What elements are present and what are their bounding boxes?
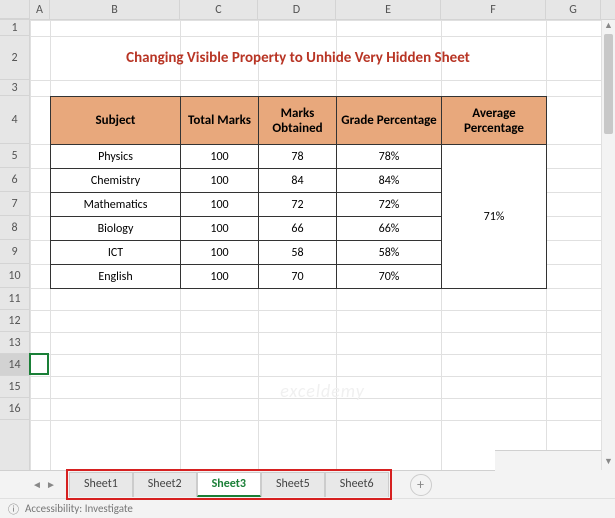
status-bar: ⓘ Accessibility: Investigate xyxy=(0,498,615,518)
tab-scroll-controls[interactable]: ◄ ► xyxy=(30,478,58,491)
status-text: Accessibility: Investigate xyxy=(25,502,133,515)
row-header-7[interactable]: 7 xyxy=(0,192,29,216)
sheet-tab-sheet5[interactable]: Sheet5 xyxy=(261,472,325,497)
horizontal-scrollbar[interactable] xyxy=(495,450,615,478)
cell-subject[interactable]: Mathematics xyxy=(51,193,181,217)
cell-pct[interactable]: 84% xyxy=(337,169,442,193)
column-header-E[interactable]: E xyxy=(336,0,441,19)
header-avg_pct: Average Percentage xyxy=(442,97,547,145)
cell-obtained[interactable]: 72 xyxy=(259,193,337,217)
cell-pct[interactable]: 72% xyxy=(337,193,442,217)
row-header-15[interactable]: 15 xyxy=(0,376,29,398)
select-all-corner[interactable] xyxy=(0,0,30,19)
cell-total[interactable]: 100 xyxy=(181,145,259,169)
row-header-12[interactable]: 12 xyxy=(0,310,29,332)
cell-subject[interactable]: ICT xyxy=(51,241,181,265)
header-subject: Subject xyxy=(51,97,181,145)
cell-total[interactable]: 100 xyxy=(181,193,259,217)
cell-obtained[interactable]: 78 xyxy=(259,145,337,169)
row-header-5[interactable]: 5 xyxy=(0,144,29,168)
cell-total[interactable]: 100 xyxy=(181,265,259,289)
cell-obtained[interactable]: 70 xyxy=(259,265,337,289)
cell-obtained[interactable]: 84 xyxy=(259,169,337,193)
add-sheet-button[interactable]: + xyxy=(410,474,432,496)
title-cell: Changing Visible Property to Unhide Very… xyxy=(50,36,546,80)
cell-subject[interactable]: Physics xyxy=(51,145,181,169)
sheet-tab-sheet6[interactable]: Sheet6 xyxy=(325,472,389,497)
cell-subject[interactable]: Chemistry xyxy=(51,169,181,193)
plus-icon: + xyxy=(417,476,424,493)
row-header-16[interactable]: 16 xyxy=(0,398,29,420)
column-header-A[interactable]: A xyxy=(30,0,50,19)
scroll-down-icon[interactable]: ▼ xyxy=(602,456,615,470)
row-header-14[interactable]: 14 xyxy=(0,354,29,376)
row-header-8[interactable]: 8 xyxy=(0,216,29,240)
table-row: Physics1007878%71% xyxy=(51,145,547,169)
header-grade_pct: Grade Percentage xyxy=(337,97,442,145)
cell-pct[interactable]: 78% xyxy=(337,145,442,169)
sheet-tabs: Sheet1Sheet2Sheet3Sheet5Sheet6 xyxy=(66,469,392,500)
row-header-10[interactable]: 10 xyxy=(0,264,29,288)
column-header-F[interactable]: F xyxy=(441,0,546,19)
sheet-tab-sheet1[interactable]: Sheet1 xyxy=(69,472,133,497)
grid-area: 12345678910111213141516 Changing Visible… xyxy=(0,20,615,470)
cell-total[interactable]: 100 xyxy=(181,217,259,241)
chevron-left-icon[interactable]: ◄ xyxy=(30,478,44,491)
row-headers: 12345678910111213141516 xyxy=(0,20,30,470)
column-headers: ABCDEFG xyxy=(0,0,615,20)
row-header-2[interactable]: 2 xyxy=(0,36,29,80)
row-header-9[interactable]: 9 xyxy=(0,240,29,264)
cell-obtained[interactable]: 66 xyxy=(259,217,337,241)
column-header-C[interactable]: C xyxy=(180,0,258,19)
cell-pct[interactable]: 70% xyxy=(337,265,442,289)
row-header-3[interactable]: 3 xyxy=(0,80,29,96)
accessibility-icon: ⓘ xyxy=(8,501,19,517)
cell-obtained[interactable]: 58 xyxy=(259,241,337,265)
row-header-13[interactable]: 13 xyxy=(0,332,29,354)
cell-grid[interactable]: Changing Visible Property to Unhide Very… xyxy=(30,20,615,470)
row-header-1[interactable]: 1 xyxy=(0,20,29,36)
scroll-thumb[interactable] xyxy=(604,34,613,134)
vertical-scrollbar[interactable]: ▲ ▼ xyxy=(601,20,615,470)
header-marks_obtained: Marks Obtained xyxy=(259,97,337,145)
sheet-tab-sheet2[interactable]: Sheet2 xyxy=(133,472,197,497)
cell-pct[interactable]: 66% xyxy=(337,217,442,241)
cell-total[interactable]: 100 xyxy=(181,241,259,265)
chevron-right-icon[interactable]: ► xyxy=(44,478,58,491)
cell-pct[interactable]: 58% xyxy=(337,241,442,265)
row-header-6[interactable]: 6 xyxy=(0,168,29,192)
sheet-tab-sheet3[interactable]: Sheet3 xyxy=(197,472,261,497)
cell-total[interactable]: 100 xyxy=(181,169,259,193)
row-header-11[interactable]: 11 xyxy=(0,288,29,310)
cell-average[interactable]: 71% xyxy=(442,145,547,289)
column-header-D[interactable]: D xyxy=(258,0,336,19)
cell-subject[interactable]: Biology xyxy=(51,217,181,241)
scroll-up-icon[interactable]: ▲ xyxy=(602,20,615,34)
row-header-4[interactable]: 4 xyxy=(0,96,29,144)
column-header-G[interactable]: G xyxy=(546,0,601,19)
cell-subject[interactable]: English xyxy=(51,265,181,289)
spreadsheet: ABCDEFG 12345678910111213141516 Changing… xyxy=(0,0,615,518)
column-header-B[interactable]: B xyxy=(50,0,180,19)
sheet-tab-bar: ◄ ► Sheet1Sheet2Sheet3Sheet5Sheet6 + xyxy=(0,470,615,498)
header-total_marks: Total Marks xyxy=(181,97,259,145)
data-table: SubjectTotal MarksMarks ObtainedGrade Pe… xyxy=(50,96,547,289)
